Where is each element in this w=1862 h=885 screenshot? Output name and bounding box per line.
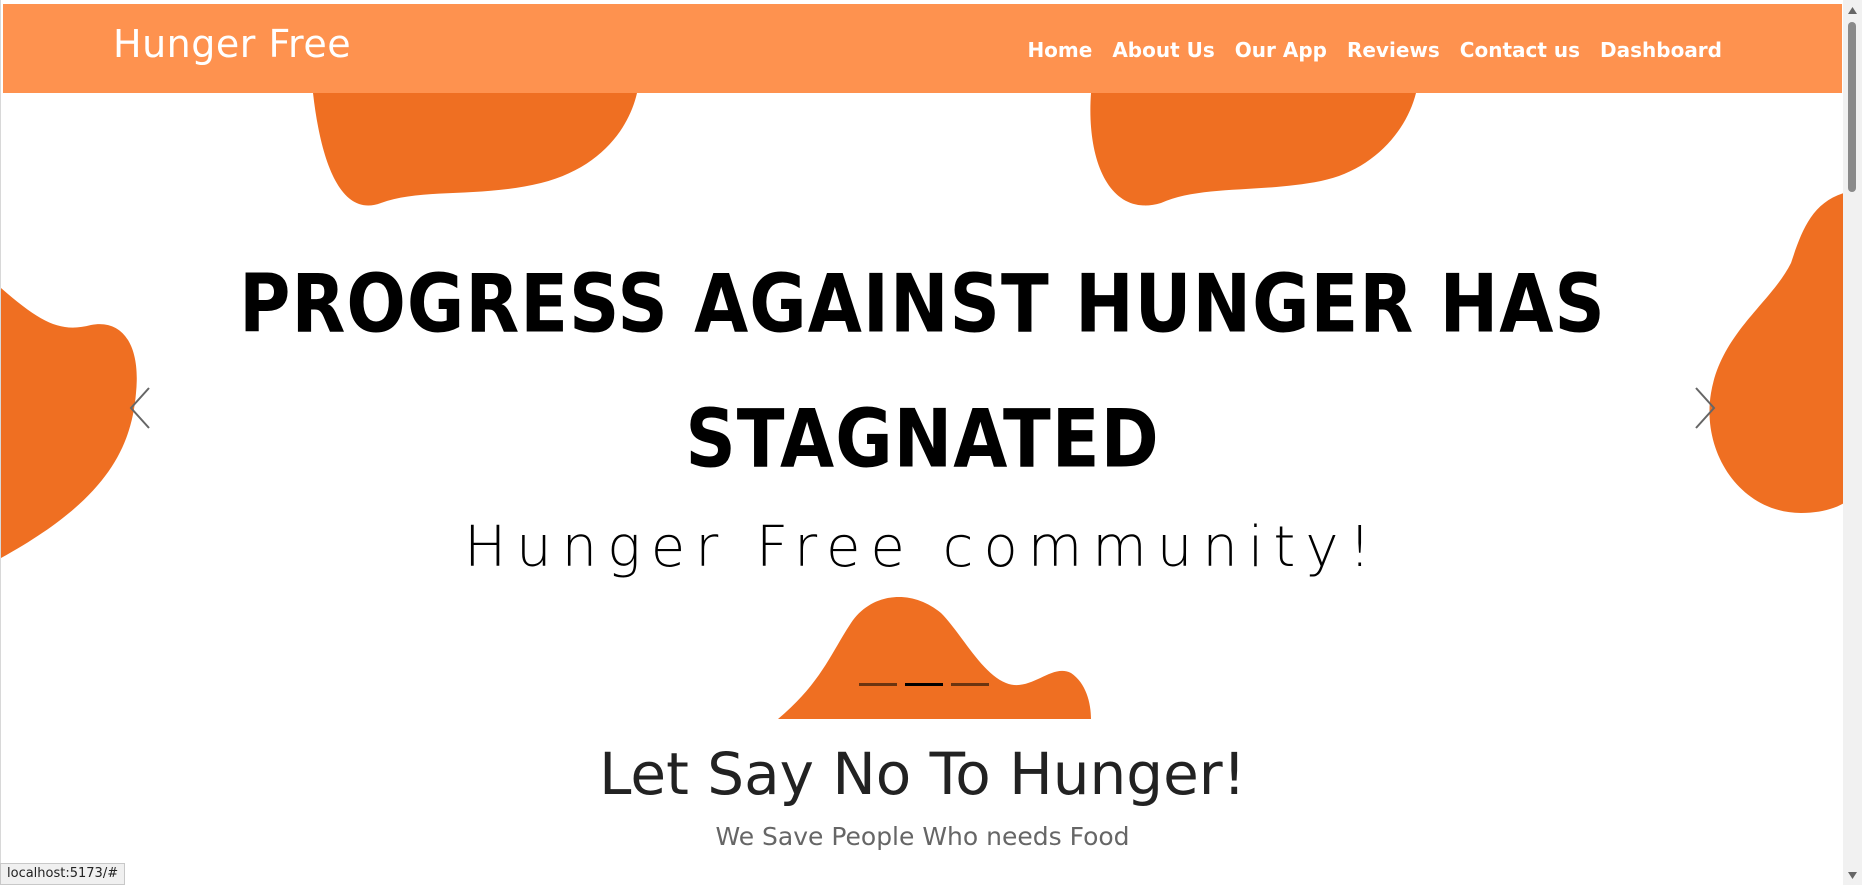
carousel-next-button[interactable] <box>1684 383 1724 433</box>
hero-subtitle: Hunger Free community! <box>464 515 1381 580</box>
chevron-right-icon <box>1695 387 1716 429</box>
scrollbar-thumb[interactable] <box>1848 22 1856 192</box>
navbar: Hunger Free Home About Us Our App Review… <box>3 4 1842 93</box>
section-title: Let Say No To Hunger! <box>599 740 1246 808</box>
nav-link-reviews[interactable]: Reviews <box>1347 38 1440 62</box>
hero-carousel: PROGRESS AGAINST HUNGER HAS STAGNATED Hu… <box>1 93 1843 719</box>
nav-link-contact-us[interactable]: Contact us <box>1460 38 1580 62</box>
carousel-indicator-3[interactable] <box>951 683 989 686</box>
scroll-up-arrow-icon[interactable] <box>1847 6 1858 16</box>
vertical-scrollbar[interactable] <box>1843 0 1862 885</box>
nav-link-our-app[interactable]: Our App <box>1235 38 1327 62</box>
nav-links: Home About Us Our App Reviews Contact us… <box>1027 38 1722 62</box>
brand-logo[interactable]: Hunger Free <box>113 22 351 66</box>
nav-link-about-us[interactable]: About Us <box>1112 38 1214 62</box>
nav-link-dashboard[interactable]: Dashboard <box>1600 38 1722 62</box>
chevron-left-icon <box>129 387 150 429</box>
status-bar-url: localhost:5173/# <box>0 863 126 885</box>
blob-top-left <box>313 93 637 206</box>
carousel-indicators <box>859 683 989 686</box>
section-subtitle: We Save People Who needs Food <box>715 822 1130 851</box>
hero-headline-line2: STAGNATED <box>685 391 1160 487</box>
page: Hunger Free Home About Us Our App Review… <box>0 0 1843 885</box>
carousel-indicator-1[interactable] <box>859 683 897 686</box>
scroll-down-arrow-icon[interactable] <box>1847 870 1858 880</box>
carousel-prev-button[interactable] <box>121 383 161 433</box>
hero-headline-line1: PROGRESS AGAINST HUNGER HAS <box>239 256 1606 352</box>
carousel-indicator-2[interactable] <box>905 683 943 686</box>
nav-link-home[interactable]: Home <box>1027 38 1092 62</box>
blob-bottom <box>778 596 1091 719</box>
blob-top-right <box>1090 93 1416 206</box>
